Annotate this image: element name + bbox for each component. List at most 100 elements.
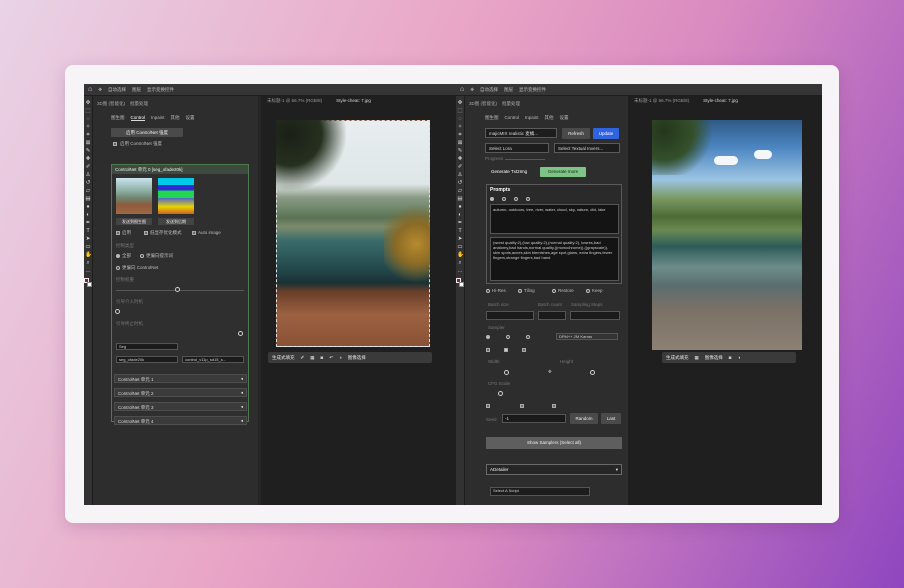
refresh-button[interactable]: Refresh xyxy=(562,128,590,139)
tab-other[interactable]: 其他 xyxy=(545,115,554,121)
panel-tab-title[interactable]: 3D图 (智能化) 批量处理 xyxy=(469,101,520,107)
eyedropper-icon[interactable]: ✎ xyxy=(457,148,463,154)
hand-icon[interactable]: ✋ xyxy=(457,252,464,258)
tab-inpaint[interactable]: Inpaint xyxy=(525,115,539,121)
controlnet-checkbox[interactable] xyxy=(113,142,117,146)
more-tools-icon[interactable]: … xyxy=(457,268,463,274)
blur-icon[interactable]: ● xyxy=(85,204,91,210)
crop-icon[interactable]: ⌗ xyxy=(457,132,463,138)
radio-controlnet[interactable] xyxy=(116,266,120,270)
link-icon[interactable]: ✥ xyxy=(548,369,552,375)
gradient-icon[interactable]: ▤ xyxy=(457,196,463,202)
batch-size-input[interactable] xyxy=(486,311,534,320)
panel-tab-title[interactable]: 3D图 (智能化) 批量处理 xyxy=(97,101,148,107)
brush-icon[interactable]: ✐ xyxy=(457,164,463,170)
move-icon[interactable]: ✥ xyxy=(457,100,463,106)
batch-count-input[interactable] xyxy=(538,311,566,320)
negative-prompt-textarea[interactable]: (worst quality:2),(low quality:2),(norma… xyxy=(490,237,619,281)
background-color[interactable] xyxy=(459,282,464,287)
hand-icon[interactable]: ✋ xyxy=(85,252,92,258)
blur-icon[interactable]: ● xyxy=(457,204,463,210)
pen-icon[interactable]: ✒ xyxy=(85,220,91,226)
path-select-icon[interactable]: ➤ xyxy=(457,236,463,242)
dodge-icon[interactable]: ◐ xyxy=(85,212,91,218)
prompt-radio-4[interactable] xyxy=(526,197,530,201)
lowvram-checkbox[interactable] xyxy=(144,231,148,235)
send-to-extras-button[interactable]: 发送到后期 xyxy=(158,218,194,225)
weight-slider-track[interactable] xyxy=(116,290,244,291)
history-brush-icon[interactable]: ↺ xyxy=(457,180,463,186)
move-tool-icon[interactable]: ✥ xyxy=(98,87,102,93)
model-select[interactable]: seg_ofade20k xyxy=(116,356,178,363)
select-icon[interactable]: ✧ xyxy=(85,124,91,130)
extra-checkbox-3[interactable] xyxy=(552,404,556,408)
options-bar-item[interactable]: 图层 xyxy=(132,87,141,93)
option-checkbox-3[interactable] xyxy=(522,348,526,352)
start-slider-knob[interactable] xyxy=(115,309,120,314)
tab-control[interactable]: Control xyxy=(505,115,520,121)
undo-icon[interactable]: ↶ xyxy=(329,355,333,361)
shape-icon[interactable]: ▭ xyxy=(457,244,463,250)
crop-icon[interactable]: ⌗ xyxy=(85,132,91,138)
zoom-icon[interactable]: ⌕ xyxy=(85,260,91,266)
gradient-icon[interactable]: ▤ xyxy=(85,196,91,202)
cfg-slider-knob[interactable] xyxy=(498,391,503,396)
eraser-icon[interactable]: ▱ xyxy=(457,188,463,194)
brush-icon[interactable]: ✐ xyxy=(301,355,305,361)
options-bar-item[interactable]: 自动选择 xyxy=(108,87,126,93)
dodge-icon[interactable]: ◐ xyxy=(457,212,463,218)
adetailer-model-select[interactable]: Select A Script xyxy=(490,487,590,496)
tab-settings[interactable]: 设置 xyxy=(186,115,195,121)
generate-more-button[interactable]: Generate more xyxy=(540,167,586,177)
image-select-button[interactable]: 图像选择 xyxy=(705,355,723,361)
more-tools-icon[interactable]: … xyxy=(85,268,91,274)
mask-icon[interactable]: ◙ xyxy=(729,355,732,360)
controlnet-unit-1[interactable]: ControlNet 单元 1 ◂ xyxy=(114,374,247,383)
radio-all[interactable] xyxy=(116,254,120,258)
segmentation-map-thumbnail[interactable] xyxy=(158,178,194,214)
healing-icon[interactable]: ✚ xyxy=(85,156,91,162)
options-bar-item[interactable]: 显示变换控件 xyxy=(519,87,546,93)
textual-inversion-select[interactable]: Select Textual Invers... xyxy=(554,143,620,153)
enable-controlnet-button[interactable]: 启用 ControlNet 强度 xyxy=(111,128,183,137)
eraser-icon[interactable]: ▱ xyxy=(85,188,91,194)
lora-select[interactable]: Select Lora xyxy=(485,143,549,153)
checkpoint-select[interactable]: majicMIX realistic 麦橘... xyxy=(485,128,557,138)
tab-control[interactable]: Control xyxy=(130,115,146,121)
controlnet-unit-4[interactable]: ControlNet 单元 4 ◂ xyxy=(114,416,247,425)
brush-icon[interactable]: ✐ xyxy=(85,164,91,170)
frame-icon[interactable]: ⊠ xyxy=(457,140,463,146)
prompt-radio-1[interactable] xyxy=(490,197,494,201)
eyedropper-icon[interactable]: ✎ xyxy=(85,148,91,154)
marquee-icon[interactable]: ⬚ xyxy=(85,108,91,114)
last-seed-button[interactable]: Last xyxy=(601,413,621,424)
send-to-img2img-button[interactable]: 发送到图生图 xyxy=(116,218,152,225)
sampler-radio-1[interactable] xyxy=(486,335,490,339)
zoom-icon[interactable]: ⌕ xyxy=(457,260,463,266)
tab-other[interactable]: 其他 xyxy=(171,115,180,121)
pixel-perfect-checkbox[interactable] xyxy=(192,231,196,235)
color-swatches[interactable] xyxy=(84,278,92,287)
generative-fill-button[interactable]: 生成式填充 xyxy=(272,355,295,361)
marquee-icon[interactable]: ⬚ xyxy=(457,108,463,114)
steps-input[interactable] xyxy=(570,311,620,320)
controlnet-unit-2[interactable]: ControlNet 单元 2 ◂ xyxy=(114,388,247,397)
stamp-icon[interactable]: ♙ xyxy=(85,172,91,178)
image-select-button[interactable]: 图像选择 xyxy=(348,355,366,361)
seed-input[interactable]: -1 xyxy=(502,414,566,423)
history-brush-icon[interactable]: ↺ xyxy=(85,180,91,186)
controlnet-unit-3[interactable]: ControlNet 单元 3 ◂ xyxy=(114,402,247,411)
generate-txt2img-button[interactable]: Generate Txt2Img xyxy=(491,169,527,174)
prompt-textarea[interactable]: autumn, outdoors, tree, river, water, cl… xyxy=(490,204,619,234)
extra-checkbox-2[interactable] xyxy=(520,404,524,408)
update-button[interactable]: Update xyxy=(593,128,619,139)
healing-icon[interactable]: ✚ xyxy=(457,156,463,162)
tab-settings[interactable]: 设置 xyxy=(560,115,569,121)
prompt-radio-3[interactable] xyxy=(514,197,518,201)
unit-header[interactable]: ControlNet 单元 0 [seg_ofade20k] xyxy=(112,165,248,174)
adetailer-section[interactable]: ADetailer ▾ xyxy=(486,464,622,475)
sampler-select[interactable]: DPM++ 2M Karras xyxy=(556,333,618,340)
adjust-icon[interactable]: ◑ xyxy=(339,355,342,360)
options-bar-item[interactable]: 图层 xyxy=(504,87,513,93)
radio-balanced[interactable] xyxy=(140,254,144,258)
